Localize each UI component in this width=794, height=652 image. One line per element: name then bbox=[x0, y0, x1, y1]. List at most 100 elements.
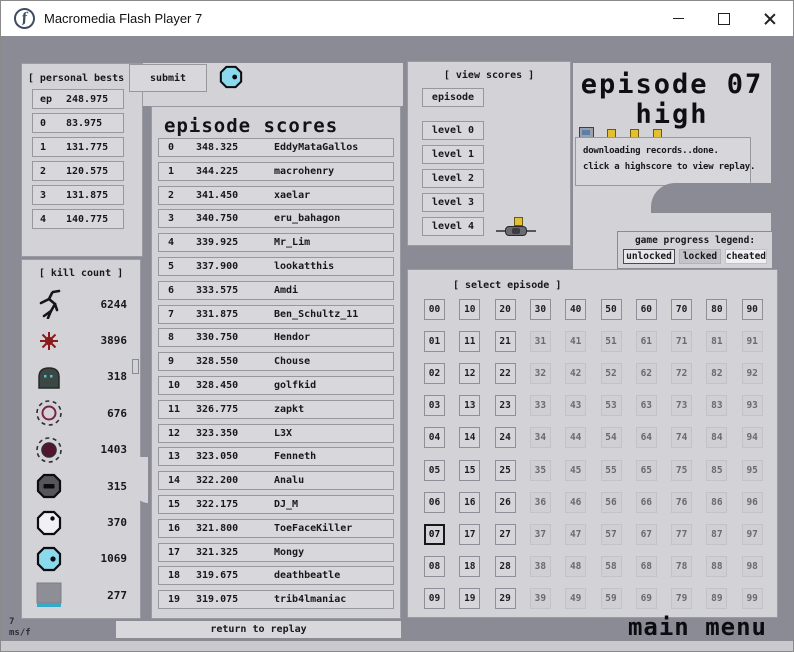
highscore-row[interactable]: 5337.900lookatthis bbox=[158, 257, 394, 276]
highscore-score: 326.775 bbox=[196, 404, 274, 415]
episode-cell-04[interactable]: 04 bbox=[424, 427, 445, 448]
episode-cell-19[interactable]: 19 bbox=[459, 588, 480, 609]
episode-cell-25[interactable]: 25 bbox=[495, 460, 516, 481]
episode-cell-70[interactable]: 70 bbox=[671, 299, 692, 320]
kill-count-row: 676 bbox=[22, 395, 140, 431]
highscore-row[interactable]: 9328.550Chouse bbox=[158, 352, 394, 371]
highscore-row[interactable]: 18319.675deathbeatle bbox=[158, 566, 394, 585]
episode-cell-21[interactable]: 21 bbox=[495, 331, 516, 352]
episode-cell-26[interactable]: 26 bbox=[495, 492, 516, 513]
highscore-row[interactable]: 14322.200Analu bbox=[158, 471, 394, 490]
kill-count-value: 6244 bbox=[101, 298, 128, 311]
episode-cell-17[interactable]: 17 bbox=[459, 524, 480, 545]
return-to-replay-button[interactable]: return to replay bbox=[116, 621, 401, 638]
episode-cell-11[interactable]: 11 bbox=[459, 331, 480, 352]
highscore-row[interactable]: 8330.750Hendor bbox=[158, 328, 394, 347]
episode-cell-27[interactable]: 27 bbox=[495, 524, 516, 545]
episode-cell-30[interactable]: 30 bbox=[530, 299, 551, 320]
episode-cell-40[interactable]: 40 bbox=[565, 299, 586, 320]
episode-cell-07[interactable]: 07 bbox=[424, 524, 445, 545]
episode-cell-08[interactable]: 08 bbox=[424, 556, 445, 577]
level-4-button[interactable]: level 4 bbox=[422, 217, 484, 236]
kill-count-row: 1069 bbox=[22, 541, 140, 577]
highscore-row[interactable]: 2341.450xaelar bbox=[158, 186, 394, 205]
episode-cell-28[interactable]: 28 bbox=[495, 556, 516, 577]
level-2-button[interactable]: level 2 bbox=[422, 169, 484, 188]
episode-cell-61: 61 bbox=[636, 331, 657, 352]
episode-cell-06[interactable]: 06 bbox=[424, 492, 445, 513]
maximize-button[interactable] bbox=[701, 1, 747, 36]
highscore-row[interactable]: 12323.350L3X bbox=[158, 424, 394, 443]
close-button[interactable] bbox=[747, 1, 793, 36]
minimize-button[interactable] bbox=[655, 1, 701, 36]
highscore-row[interactable]: 3340.750eru_bahagon bbox=[158, 209, 394, 228]
level-0-button[interactable]: level 0 bbox=[422, 121, 484, 140]
personal-best-row: 2120.575 bbox=[32, 161, 124, 181]
highscore-name: zapkt bbox=[274, 404, 304, 415]
episode-cell-03[interactable]: 03 bbox=[424, 395, 445, 416]
episode-cell-78: 78 bbox=[671, 556, 692, 577]
episode-cell-20[interactable]: 20 bbox=[495, 299, 516, 320]
episode-cell-80[interactable]: 80 bbox=[706, 299, 727, 320]
episode-cell-62: 62 bbox=[636, 363, 657, 384]
personal-best-value: 140.775 bbox=[66, 214, 108, 225]
submit-button[interactable]: submit bbox=[129, 64, 207, 92]
episode-cell-60[interactable]: 60 bbox=[636, 299, 657, 320]
episode-cell-29[interactable]: 29 bbox=[495, 588, 516, 609]
highscore-row[interactable]: 16321.800ToeFaceKiller bbox=[158, 519, 394, 538]
kill-count-scroll-thumb[interactable] bbox=[132, 359, 139, 374]
gold-icon bbox=[514, 217, 523, 226]
episode-cell-15[interactable]: 15 bbox=[459, 460, 480, 481]
level-3-button[interactable]: level 3 bbox=[422, 193, 484, 212]
episode-cell-23[interactable]: 23 bbox=[495, 395, 516, 416]
highscore-row[interactable]: 13323.050Fenneth bbox=[158, 447, 394, 466]
highscore-score: 319.075 bbox=[196, 594, 274, 605]
highscore-row[interactable]: 6333.575Amdi bbox=[158, 281, 394, 300]
highscore-row[interactable]: 15322.175DJ_M bbox=[158, 495, 394, 514]
highscore-row[interactable]: 11326.775zapkt bbox=[158, 400, 394, 419]
personal-bests-label: [ personal bests ] bbox=[22, 73, 142, 84]
episode-cell-01[interactable]: 01 bbox=[424, 331, 445, 352]
highscore-row[interactable]: 4339.925Mr_Lim bbox=[158, 233, 394, 252]
highscore-score: 323.350 bbox=[196, 428, 274, 439]
highscore-row[interactable]: 0348.325EddyMataGallos bbox=[158, 138, 394, 157]
episode-cell-35: 35 bbox=[530, 460, 551, 481]
personal-best-row: 4140.775 bbox=[32, 209, 124, 229]
highscore-score: 348.325 bbox=[196, 142, 274, 153]
highscore-row[interactable]: 19319.075trib4lmaniac bbox=[158, 590, 394, 609]
highscore-name: deathbeatle bbox=[274, 570, 340, 581]
level-1-button[interactable]: level 1 bbox=[422, 145, 484, 164]
kill-count-value: 277 bbox=[107, 589, 127, 602]
episode-cell-72: 72 bbox=[671, 363, 692, 384]
episode-cell-12[interactable]: 12 bbox=[459, 363, 480, 384]
highscore-name: L3X bbox=[274, 428, 292, 439]
episode-cell-51: 51 bbox=[601, 331, 622, 352]
kill-count-value: 318 bbox=[107, 370, 127, 383]
highscore-row[interactable]: 17321.325Mongy bbox=[158, 543, 394, 562]
episode-cell-18[interactable]: 18 bbox=[459, 556, 480, 577]
episode-cell-22[interactable]: 22 bbox=[495, 363, 516, 384]
highscore-row[interactable]: 1344.225macrohenry bbox=[158, 162, 394, 181]
highscore-rank: 0 bbox=[168, 142, 196, 153]
episode-button[interactable]: episode bbox=[422, 88, 484, 107]
main-menu-button[interactable]: main menu bbox=[628, 613, 767, 641]
highscore-row[interactable]: 7331.875Ben_Schultz_11 bbox=[158, 305, 394, 324]
episode-cell-90[interactable]: 90 bbox=[742, 299, 763, 320]
episode-cell-16[interactable]: 16 bbox=[459, 492, 480, 513]
episode-cell-00[interactable]: 00 bbox=[424, 299, 445, 320]
episode-cell-24[interactable]: 24 bbox=[495, 427, 516, 448]
episode-cell-05[interactable]: 05 bbox=[424, 460, 445, 481]
episode-cell-13[interactable]: 13 bbox=[459, 395, 480, 416]
kill-count-row: 315 bbox=[22, 468, 140, 504]
personal-best-value: 120.575 bbox=[66, 166, 108, 177]
highscore-row[interactable]: 10328.450golfkid bbox=[158, 376, 394, 395]
episode-cell-10[interactable]: 10 bbox=[459, 299, 480, 320]
episode-cell-54: 54 bbox=[601, 427, 622, 448]
episode-cell-50[interactable]: 50 bbox=[601, 299, 622, 320]
bottom-strip bbox=[1, 641, 794, 652]
episode-cell-76: 76 bbox=[671, 492, 692, 513]
episode-cell-46: 46 bbox=[565, 492, 586, 513]
episode-cell-02[interactable]: 02 bbox=[424, 363, 445, 384]
episode-cell-14[interactable]: 14 bbox=[459, 427, 480, 448]
episode-cell-09[interactable]: 09 bbox=[424, 588, 445, 609]
